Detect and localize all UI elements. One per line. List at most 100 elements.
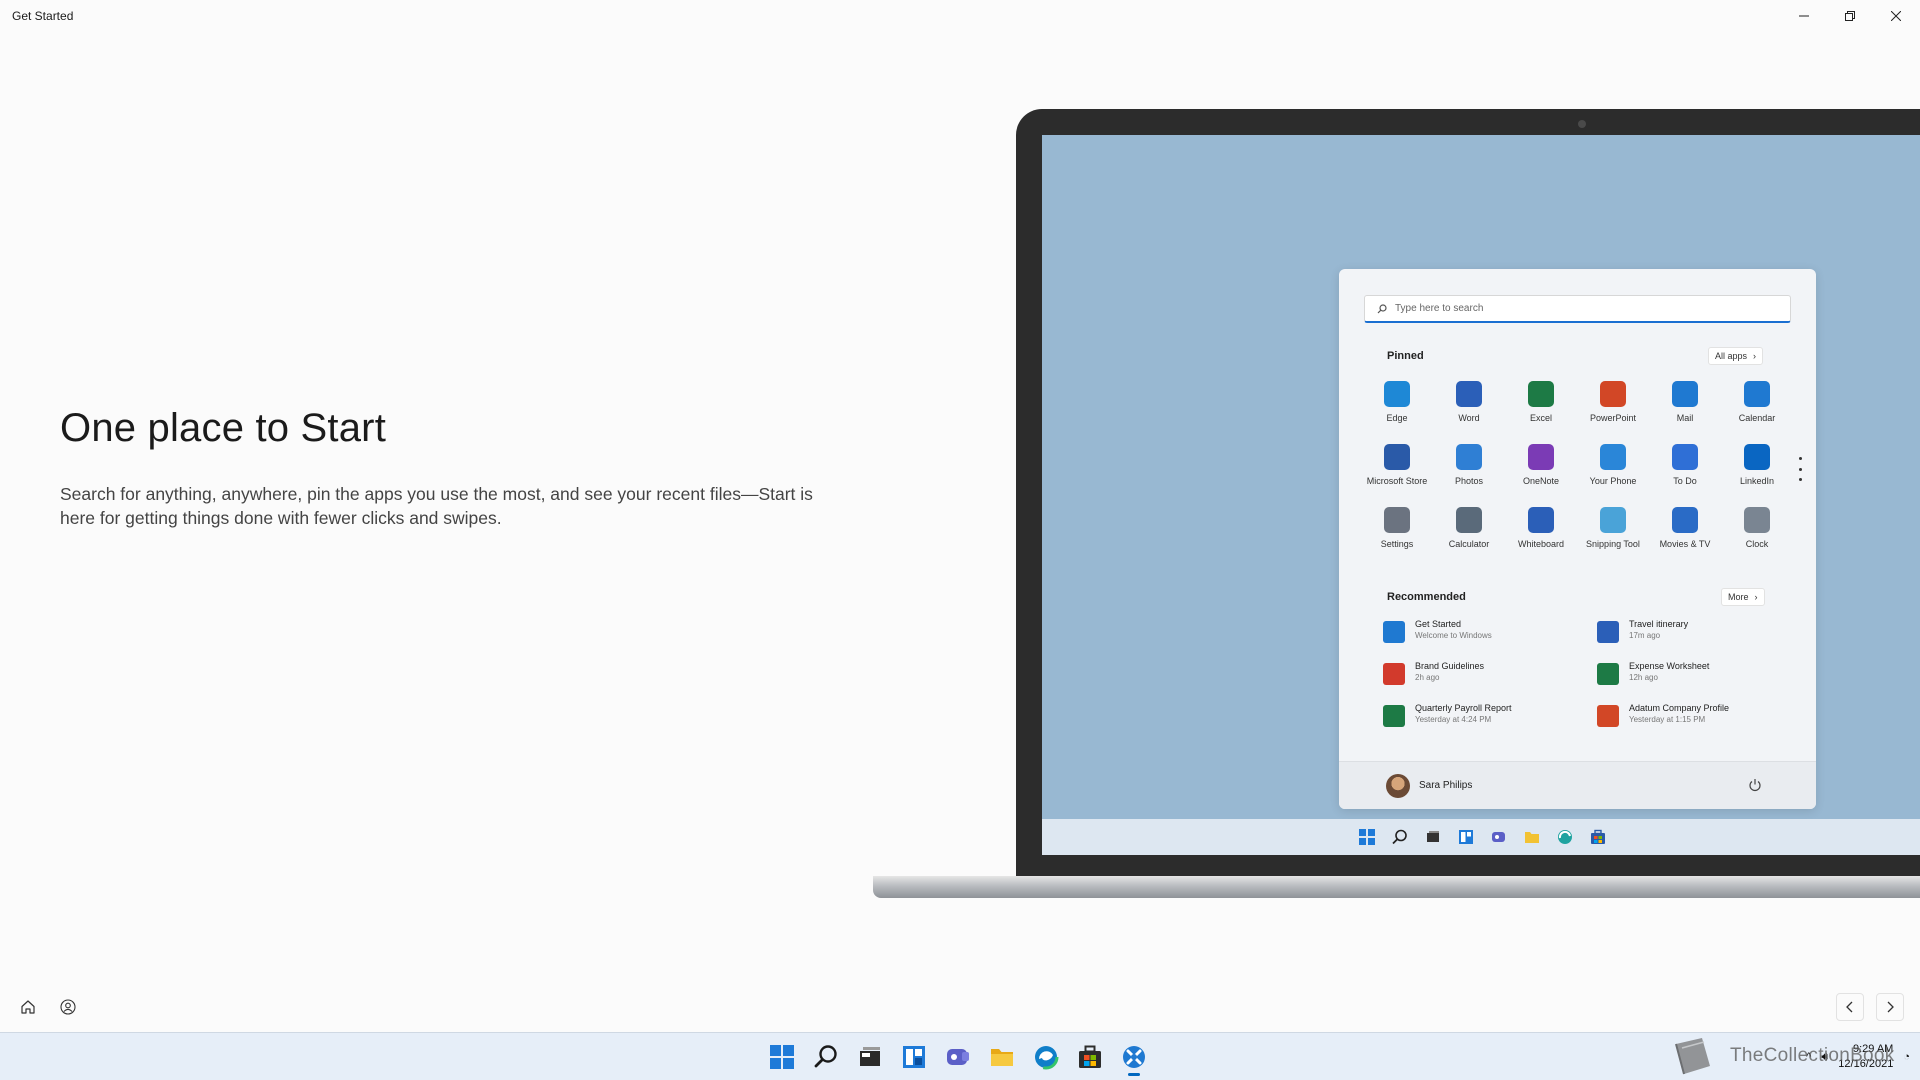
powerpoint-doc-icon [1597, 705, 1619, 727]
active-app-indicator [1128, 1073, 1140, 1076]
laptop-camera [1578, 120, 1586, 128]
pinned-app-label: Photos [1454, 476, 1484, 486]
pinned-app-label: Calculator [1448, 539, 1490, 549]
word-doc-icon [1597, 621, 1619, 643]
restore-button[interactable] [1827, 0, 1873, 32]
recommended-item-name: Quarterly Payroll Report [1415, 703, 1512, 713]
pinned-app-tile: Word [1433, 377, 1505, 440]
minimize-icon [1799, 15, 1809, 17]
recommended-item: Expense Worksheet 12h ago [1597, 661, 1803, 703]
chevron-left-icon [1846, 1001, 1853, 1013]
more-label: More [1728, 592, 1749, 602]
pdf-icon [1383, 663, 1405, 685]
pinned-app-tile: Excel [1505, 377, 1577, 440]
edge-icon [1384, 381, 1410, 407]
calendar-icon [1744, 381, 1770, 407]
onenote-icon [1528, 444, 1554, 470]
window-title: Get Started [12, 9, 74, 23]
recommended-item-time: Yesterday at 1:15 PM [1629, 715, 1706, 724]
mail-icon [1672, 381, 1698, 407]
close-button[interactable] [1873, 0, 1919, 32]
pinned-app-label: Mail [1676, 413, 1694, 423]
pinned-app-label: Your Phone [1589, 476, 1637, 486]
whiteboard-icon [1528, 507, 1554, 533]
pinned-app-tile: OneNote [1505, 440, 1577, 503]
start-search-box: Type here to search [1364, 295, 1791, 323]
more-pill: More › [1721, 588, 1765, 606]
close-icon [1891, 11, 1901, 21]
minimize-button[interactable] [1781, 0, 1827, 32]
recommended-item-name: Brand Guidelines [1415, 661, 1485, 671]
photos-icon [1456, 444, 1482, 470]
taskbar-file-explorer-button[interactable] [986, 1037, 1018, 1077]
previous-button[interactable] [1836, 993, 1864, 1021]
laptop-screen: Type here to search Pinned All apps › Ed… [1042, 135, 1920, 855]
pinned-app-label: Word [1458, 413, 1480, 423]
chevron-right-icon: › [1753, 351, 1757, 361]
notification-icon[interactable]: ◔ [1903, 1051, 1910, 1063]
pinned-app-label: Calendar [1738, 413, 1776, 423]
task-view-icon [1423, 828, 1442, 847]
recommended-item: Brand Guidelines 2h ago [1383, 661, 1597, 703]
pinned-app-tile: To Do [1649, 440, 1721, 503]
page-title: One place to Start [60, 406, 387, 450]
clock-date: 12/16/2021 [1838, 1058, 1894, 1070]
pinned-app-tile: Calendar [1721, 377, 1793, 440]
get-started-icon [1383, 621, 1405, 643]
taskbar-widgets-button[interactable] [898, 1037, 930, 1077]
taskbar-get-started-button[interactable] [1118, 1037, 1150, 1077]
pinned-app-label: To Do [1673, 476, 1697, 486]
power-icon [1749, 779, 1761, 792]
recommended-item-time: Yesterday at 4:24 PM [1415, 715, 1492, 724]
laptop-base [873, 876, 1920, 898]
pinned-app-label: PowerPoint [1589, 413, 1637, 423]
edge-icon [1555, 828, 1574, 847]
taskbar-chat-button[interactable] [942, 1037, 974, 1077]
system-tray: ^ 🔊︎ 9:29 AM 12/16/2021 ◔ [1806, 1033, 1910, 1080]
page-description: Search for anything, anywhere, pin the a… [60, 484, 813, 528]
task-view-icon [860, 1047, 880, 1066]
taskbar-search-button[interactable] [810, 1037, 842, 1077]
pinned-app-label: Settings [1380, 539, 1414, 549]
recommended-item: Adatum Company Profile Yesterday at 1:15 … [1597, 703, 1803, 745]
taskbar-edge-button[interactable] [1030, 1037, 1062, 1077]
home-button[interactable] [14, 993, 42, 1021]
recommended-item-name: Travel itinerary [1629, 619, 1689, 629]
user-name: Sara Philips [1419, 780, 1473, 791]
pinned-app-label: Microsoft Store [1366, 476, 1428, 486]
start-menu-footer: Sara Philips [1339, 761, 1816, 809]
clock-icon [1744, 507, 1770, 533]
chevron-right-icon: › [1754, 592, 1758, 602]
pinned-app-label: LinkedIn [1739, 476, 1775, 486]
pinned-app-tile: Your Phone [1577, 440, 1649, 503]
account-button[interactable] [54, 993, 82, 1021]
taskbar: ^ 🔊︎ 9:29 AM 12/16/2021 ◔ [0, 1032, 1920, 1080]
show-hidden-icons-chevron-icon[interactable]: ^ [1806, 1051, 1811, 1063]
pinned-app-label: Excel [1529, 413, 1552, 423]
pinned-app-tile: Whiteboard [1505, 503, 1577, 566]
taskbar-store-button[interactable] [1074, 1037, 1106, 1077]
excel-icon [1528, 381, 1554, 407]
todo-icon [1672, 444, 1698, 470]
recommended-item-time: Welcome to Windows [1415, 631, 1492, 640]
volume-icon[interactable]: 🔊︎ [1821, 1051, 1828, 1064]
phone-icon [1600, 444, 1626, 470]
recommended-item: Travel itinerary 17m ago [1597, 619, 1803, 661]
file-explorer-icon [991, 1049, 1013, 1066]
recommended-item-time: 12h ago [1629, 673, 1658, 682]
word-icon [1456, 381, 1482, 407]
recommended-item-name: Get Started [1415, 619, 1462, 629]
taskbar-start-button[interactable] [766, 1037, 798, 1077]
next-button[interactable] [1876, 993, 1904, 1021]
calculator-icon [1456, 507, 1482, 533]
start-search-placeholder: Type here to search [1395, 303, 1484, 314]
start-icon [770, 1045, 794, 1069]
avatar [1386, 774, 1410, 798]
all-apps-label: All apps [1715, 351, 1748, 361]
taskbar-clock[interactable]: 9:29 AM 12/16/2021 [1838, 1042, 1893, 1072]
search-icon [1390, 828, 1409, 847]
recommended-item-time: 2h ago [1415, 673, 1440, 682]
pinned-apps-grid: Edge Word Excel PowerPoint Mail Calendar Micro… [1361, 377, 1791, 566]
taskbar-task-view-button[interactable] [854, 1037, 886, 1077]
pinned-app-tile: PowerPoint [1577, 377, 1649, 440]
